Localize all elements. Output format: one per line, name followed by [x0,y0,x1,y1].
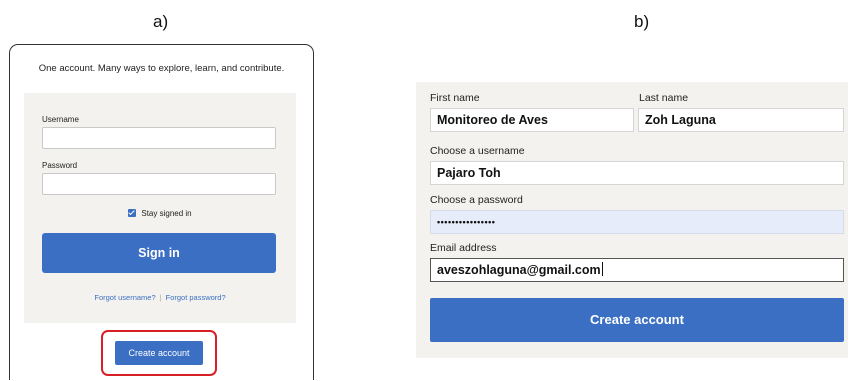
text-caret [601,262,603,276]
username-label: Username [42,115,79,124]
choose-password-label: Choose a password [430,194,523,206]
last-name-input[interactable]: Zoh Laguna [638,108,844,132]
forgot-username-link[interactable]: Forgot username? [94,293,155,302]
username-input[interactable] [42,127,276,149]
panel-b-label: b) [634,12,650,31]
password-input[interactable] [42,173,276,195]
panel-a-label: a) [153,12,169,31]
email-value: aveszohlaguna@gmail.com [437,263,601,277]
email-address-input[interactable]: aveszohlaguna@gmail.com [430,258,844,282]
create-account-button[interactable]: Create account [115,341,203,365]
last-name-label: Last name [639,92,689,104]
stay-signed-in-row: Stay signed in [24,209,296,218]
stay-signed-in-checkbox[interactable] [128,209,137,217]
forgot-password-link[interactable]: Forgot password? [166,293,226,302]
first-name-input[interactable]: Monitoreo de Aves [430,108,634,132]
signup-form: First name Last name Monitoreo de Aves Z… [416,82,848,358]
login-form: Username Password Stay signed in Sign in… [24,93,296,323]
password-label: Password [42,161,78,170]
create-account-submit-button[interactable]: Create account [430,298,844,342]
email-address-label: Email address [430,242,497,254]
login-card: One account. Many ways to explore, learn… [9,44,314,380]
stay-signed-in-label: Stay signed in [141,209,192,218]
login-tagline: One account. Many ways to explore, learn… [38,63,285,74]
link-separator: | [159,293,162,302]
forgot-links: Forgot username? | Forgot password? [24,293,296,302]
choose-password-input[interactable]: •••••••••••••••• [430,210,844,234]
choose-username-input[interactable]: Pajaro Toh [430,161,844,185]
first-name-label: First name [430,92,480,104]
choose-username-label: Choose a username [430,145,525,157]
sign-in-button[interactable]: Sign in [42,233,276,273]
